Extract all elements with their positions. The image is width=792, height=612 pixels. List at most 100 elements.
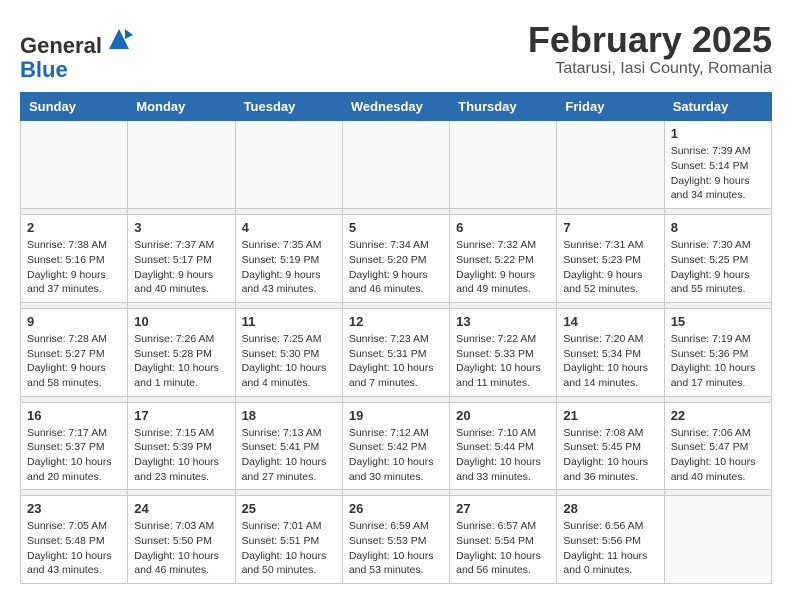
logo: General Blue (20, 25, 133, 82)
calendar-cell: 28 Sunrise: 6:56 AM Sunset: 5:56 PM Dayli… (557, 496, 664, 584)
calendar-cell (235, 121, 342, 209)
calendar-cell: 6Sunrise: 7:32 AM Sunset: 5:22 PM Daylig… (450, 215, 557, 303)
calendar-cell: 10 Sunrise: 7:26 AM Sunset: 5:28 PM Dayli… (128, 308, 235, 396)
day-info: Sunrise: 7:35 AM Sunset: 5:19 PM Dayligh… (242, 238, 336, 297)
calendar-cell: 25 Sunrise: 7:01 AM Sunset: 5:51 PM Dayli… (235, 496, 342, 584)
day-number: 20 (456, 408, 550, 423)
day-number: 19 (349, 408, 443, 423)
calendar-cell (342, 121, 449, 209)
calendar-cell: 5 Sunrise: 7:34 AM Sunset: 5:20 PM Daylig… (342, 215, 449, 303)
day-number: 2 (27, 220, 121, 235)
col-header-tuesday: Tuesday (235, 93, 342, 121)
day-info: Sunrise: 7:19 AM Sunset: 5:36 PM Dayligh… (671, 332, 765, 391)
day-info: Sunrise: 7:22 AM Sunset: 5:33 PM Dayligh… (456, 332, 550, 391)
day-info: Sunrise: 7:10 AM Sunset: 5:44 PM Dayligh… (456, 426, 550, 485)
calendar-cell: 3Sunrise: 7:37 AM Sunset: 5:17 PM Daylig… (128, 215, 235, 303)
calendar-header-row: SundayMondayTuesdayWednesdayThursdayFrid… (21, 93, 772, 121)
day-number: 7 (563, 220, 657, 235)
day-number: 9 (27, 314, 121, 329)
calendar-cell: 14Sunrise: 7:20 AM Sunset: 5:34 PM Dayli… (557, 308, 664, 396)
day-number: 13 (456, 314, 550, 329)
day-info: Sunrise: 7:08 AM Sunset: 5:45 PM Dayligh… (563, 426, 657, 485)
day-info: Sunrise: 6:56 AM Sunset: 5:56 PM Dayligh… (563, 519, 657, 578)
day-info: Sunrise: 7:03 AM Sunset: 5:50 PM Dayligh… (134, 519, 228, 578)
day-number: 3 (134, 220, 228, 235)
calendar-table: SundayMondayTuesdayWednesdayThursdayFrid… (20, 92, 772, 584)
calendar-cell: 11 Sunrise: 7:25 AM Sunset: 5:30 PM Dayli… (235, 308, 342, 396)
logo-general: General (20, 33, 102, 58)
day-info: Sunrise: 7:06 AM Sunset: 5:47 PM Dayligh… (671, 426, 765, 485)
calendar-cell: 19 Sunrise: 7:12 AM Sunset: 5:42 PM Dayli… (342, 402, 449, 490)
calendar-cell: 21 Sunrise: 7:08 AM Sunset: 5:45 PM Dayli… (557, 402, 664, 490)
calendar-cell (128, 121, 235, 209)
day-number: 11 (242, 314, 336, 329)
calendar-cell (21, 121, 128, 209)
day-number: 1 (671, 126, 765, 141)
calendar-cell: 13 Sunrise: 7:22 AM Sunset: 5:33 PM Dayli… (450, 308, 557, 396)
day-number: 21 (563, 408, 657, 423)
day-number: 25 (242, 501, 336, 516)
title-block: February 2025 Tatarusi, Iasi County, Rom… (528, 20, 772, 78)
col-header-sunday: Sunday (21, 93, 128, 121)
day-info: Sunrise: 7:26 AM Sunset: 5:28 PM Dayligh… (134, 332, 228, 391)
calendar-cell: 16 Sunrise: 7:17 AM Sunset: 5:37 PM Dayli… (21, 402, 128, 490)
calendar-week-row: 23Sunrise: 7:05 AM Sunset: 5:48 PM Dayli… (21, 496, 772, 584)
calendar-cell (557, 121, 664, 209)
calendar-week-row: 16 Sunrise: 7:17 AM Sunset: 5:37 PM Dayli… (21, 402, 772, 490)
logo-icon (105, 25, 133, 53)
day-info: Sunrise: 7:15 AM Sunset: 5:39 PM Dayligh… (134, 426, 228, 485)
day-info: Sunrise: 7:12 AM Sunset: 5:42 PM Dayligh… (349, 426, 443, 485)
calendar-cell: 15 Sunrise: 7:19 AM Sunset: 5:36 PM Dayli… (664, 308, 771, 396)
day-info: Sunrise: 6:59 AM Sunset: 5:53 PM Dayligh… (349, 519, 443, 578)
day-info: Sunrise: 7:25 AM Sunset: 5:30 PM Dayligh… (242, 332, 336, 391)
col-header-friday: Friday (557, 93, 664, 121)
day-number: 27 (456, 501, 550, 516)
day-number: 4 (242, 220, 336, 235)
day-info: Sunrise: 7:23 AM Sunset: 5:31 PM Dayligh… (349, 332, 443, 391)
calendar-cell: 20 Sunrise: 7:10 AM Sunset: 5:44 PM Dayli… (450, 402, 557, 490)
day-info: Sunrise: 7:38 AM Sunset: 5:16 PM Dayligh… (27, 238, 121, 297)
day-number: 12 (349, 314, 443, 329)
calendar-cell: 17 Sunrise: 7:15 AM Sunset: 5:39 PM Dayli… (128, 402, 235, 490)
calendar-week-row: 1 Sunrise: 7:39 AM Sunset: 5:14 PM Daylig… (21, 121, 772, 209)
day-info: Sunrise: 7:39 AM Sunset: 5:14 PM Dayligh… (671, 144, 765, 203)
day-number: 28 (563, 501, 657, 516)
day-info: Sunrise: 7:01 AM Sunset: 5:51 PM Dayligh… (242, 519, 336, 578)
day-number: 15 (671, 314, 765, 329)
col-header-saturday: Saturday (664, 93, 771, 121)
day-info: Sunrise: 7:17 AM Sunset: 5:37 PM Dayligh… (27, 426, 121, 485)
day-number: 22 (671, 408, 765, 423)
calendar-cell: 4 Sunrise: 7:35 AM Sunset: 5:19 PM Daylig… (235, 215, 342, 303)
day-number: 5 (349, 220, 443, 235)
day-number: 17 (134, 408, 228, 423)
calendar-cell: 23Sunrise: 7:05 AM Sunset: 5:48 PM Dayli… (21, 496, 128, 584)
calendar-cell: 24 Sunrise: 7:03 AM Sunset: 5:50 PM Dayli… (128, 496, 235, 584)
calendar-week-row: 2 Sunrise: 7:38 AM Sunset: 5:16 PM Daylig… (21, 215, 772, 303)
col-header-wednesday: Wednesday (342, 93, 449, 121)
logo-blue: Blue (20, 57, 68, 82)
calendar-cell: 26 Sunrise: 6:59 AM Sunset: 5:53 PM Dayli… (342, 496, 449, 584)
day-number: 24 (134, 501, 228, 516)
day-number: 23 (27, 501, 121, 516)
calendar-cell (450, 121, 557, 209)
day-number: 10 (134, 314, 228, 329)
day-info: Sunrise: 7:31 AM Sunset: 5:23 PM Dayligh… (563, 238, 657, 297)
day-number: 16 (27, 408, 121, 423)
calendar-cell: 8Sunrise: 7:30 AM Sunset: 5:25 PM Daylig… (664, 215, 771, 303)
calendar-cell: 18Sunrise: 7:13 AM Sunset: 5:41 PM Dayli… (235, 402, 342, 490)
calendar-title: February 2025 (528, 20, 772, 60)
calendar-cell: 27Sunrise: 6:57 AM Sunset: 5:54 PM Dayli… (450, 496, 557, 584)
col-header-thursday: Thursday (450, 93, 557, 121)
calendar-cell (664, 496, 771, 584)
calendar-cell: 7 Sunrise: 7:31 AM Sunset: 5:23 PM Daylig… (557, 215, 664, 303)
day-info: Sunrise: 7:32 AM Sunset: 5:22 PM Dayligh… (456, 238, 550, 297)
calendar-cell: 1 Sunrise: 7:39 AM Sunset: 5:14 PM Daylig… (664, 121, 771, 209)
day-number: 14 (563, 314, 657, 329)
col-header-monday: Monday (128, 93, 235, 121)
day-info: Sunrise: 7:30 AM Sunset: 5:25 PM Dayligh… (671, 238, 765, 297)
page-header: General Blue February 2025 Tatarusi, Ias… (20, 20, 772, 82)
day-info: Sunrise: 7:34 AM Sunset: 5:20 PM Dayligh… (349, 238, 443, 297)
calendar-cell: 12 Sunrise: 7:23 AM Sunset: 5:31 PM Dayli… (342, 308, 449, 396)
day-info: Sunrise: 7:13 AM Sunset: 5:41 PM Dayligh… (242, 426, 336, 485)
day-number: 26 (349, 501, 443, 516)
